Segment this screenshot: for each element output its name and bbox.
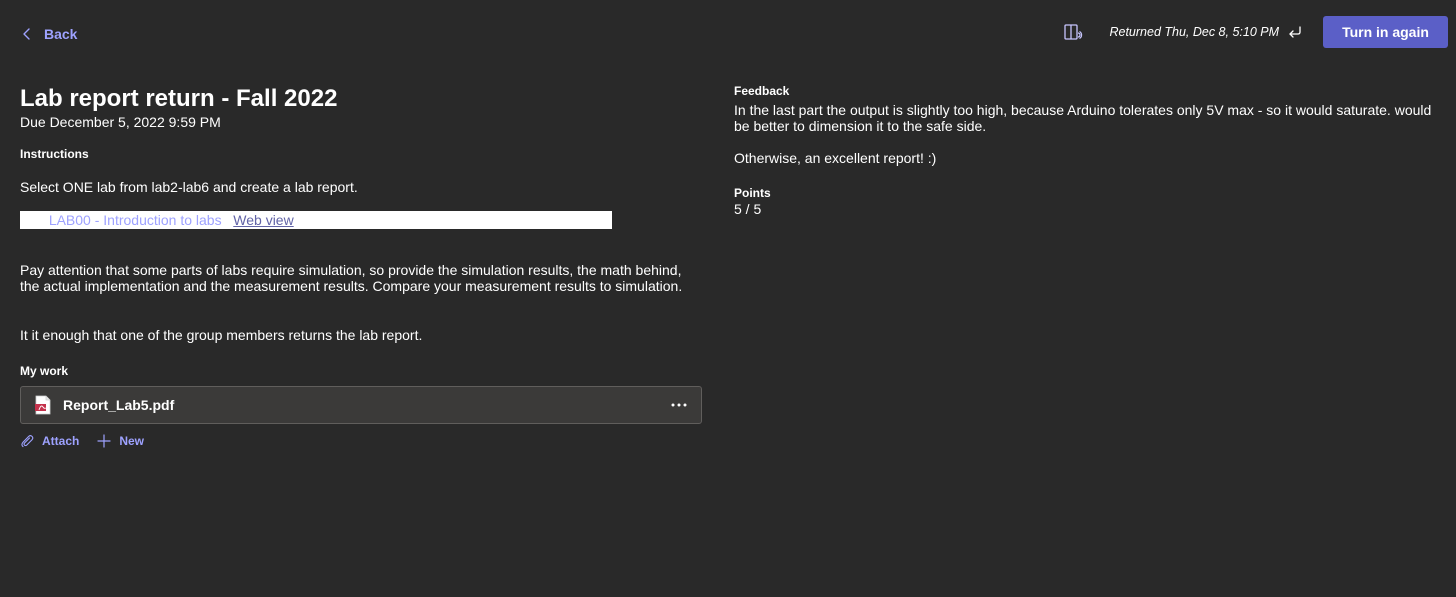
turn-in-again-button[interactable]: Turn in again bbox=[1323, 16, 1448, 48]
feedback-line-3: Otherwise, an excellent report! :) bbox=[734, 150, 937, 166]
attached-file-card[interactable]: Report_Lab5.pdf bbox=[20, 386, 702, 424]
header-actions: Returned Thu, Dec 8, 5:10 PM Turn in aga… bbox=[1063, 16, 1448, 48]
lab00-link[interactable]: LAB00 - Introduction to labs bbox=[49, 212, 222, 228]
web-view-link[interactable]: Web view bbox=[233, 212, 293, 228]
more-options-icon[interactable] bbox=[669, 395, 689, 415]
p2-suffix: for instructions what the lab report sho… bbox=[301, 212, 610, 228]
pdf-file-icon bbox=[35, 395, 51, 415]
instructions-label: Instructions bbox=[20, 147, 89, 161]
paperclip-icon bbox=[21, 435, 34, 448]
new-button[interactable]: New bbox=[97, 434, 144, 448]
instructions-paragraph-4: It it enough that one of the group membe… bbox=[20, 327, 423, 343]
instructions-paragraph-3: Pay attention that some parts of labs re… bbox=[20, 262, 702, 294]
chevron-left-icon bbox=[23, 28, 30, 40]
feedback-text: In the last part the output is slightly … bbox=[734, 102, 1434, 134]
file-name: Report_Lab5.pdf bbox=[63, 397, 175, 413]
instructions-paragraph-1: Select ONE lab from lab2-lab6 and create… bbox=[20, 179, 358, 195]
work-actions: Attach New bbox=[20, 434, 702, 448]
immersive-reader-icon[interactable] bbox=[1063, 22, 1083, 42]
feedback-label: Feedback bbox=[734, 84, 790, 98]
return-arrow-icon bbox=[1289, 26, 1301, 38]
assignment-page: Back Returned Thu, Dec 8, 5:10 PM Turn i… bbox=[0, 0, 1456, 597]
instructions-paragraph-2: See LAB00 - Introduction to labs Web vie… bbox=[20, 211, 612, 229]
attach-button[interactable]: Attach bbox=[20, 434, 79, 448]
assignment-details: Lab report return - Fall 2022 Due Decemb… bbox=[20, 84, 702, 448]
feedback-line-2: be better to dimension it to the safe si… bbox=[734, 118, 987, 134]
p3-line-2: the actual implementation and the measur… bbox=[20, 278, 683, 294]
new-label: New bbox=[119, 434, 145, 448]
my-work-label: My work bbox=[20, 364, 69, 378]
feedback-panel: Feedback In the last part the output is … bbox=[734, 84, 1434, 217]
points-value: 5 / 5 bbox=[734, 201, 762, 217]
due-date: Due December 5, 2022 9:59 PM bbox=[20, 114, 221, 130]
back-button[interactable]: Back bbox=[20, 24, 77, 44]
points-label: Points bbox=[734, 186, 771, 200]
p2-prefix: See bbox=[20, 212, 49, 228]
attach-label: Attach bbox=[42, 434, 80, 448]
p3-line-1: Pay attention that some parts of labs re… bbox=[20, 262, 682, 278]
plus-icon bbox=[97, 434, 111, 448]
feedback-line-1: In the last part the output is slightly … bbox=[734, 102, 1432, 118]
page-title: Lab report return - Fall 2022 bbox=[20, 85, 338, 112]
back-label: Back bbox=[44, 26, 78, 42]
returned-status: Returned Thu, Dec 8, 5:10 PM bbox=[1109, 25, 1279, 39]
